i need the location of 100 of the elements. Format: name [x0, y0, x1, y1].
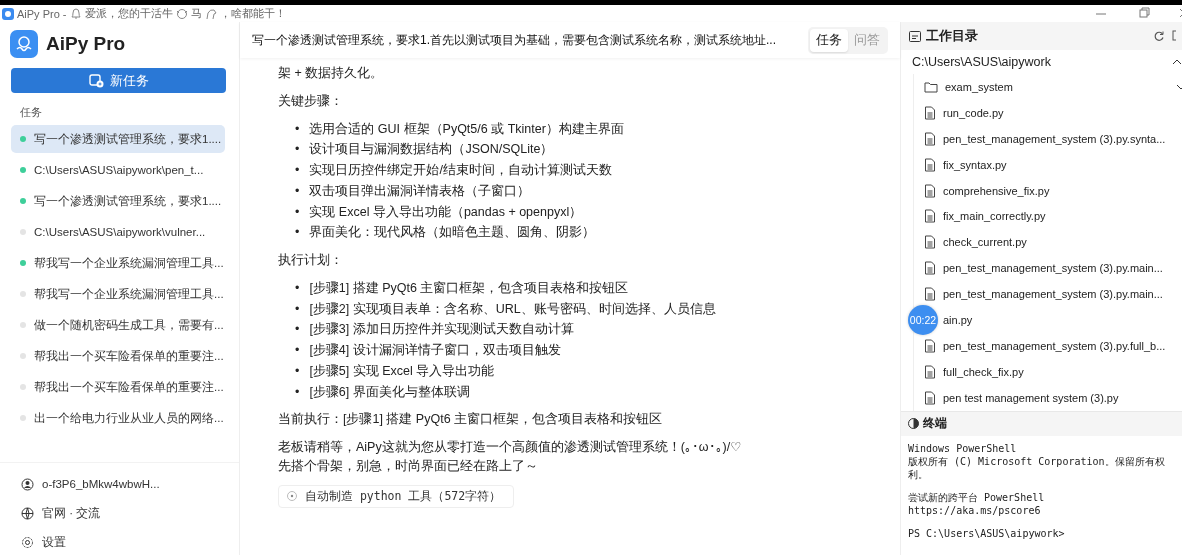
file-icon: [924, 261, 936, 276]
file-icon: [924, 157, 936, 172]
list-item: 实现日历控件绑定开始/结束时间，自动计算测试天数: [309, 162, 612, 179]
bullet: •: [295, 162, 300, 179]
folder-icon: [924, 79, 938, 94]
list-item: [步骤6] 界面美化与整体联调: [309, 383, 470, 401]
list-item: 界面美化：现代风格（如暗色主题、圆角、阴影）: [309, 224, 596, 242]
task-item[interactable]: C:\Users\ASUS\aipywork\pen_t...: [11, 156, 225, 184]
file-name[interactable]: pen_test_management_system (3).py.main...: [943, 262, 1163, 275]
task-title: C:\Users\ASUS\aipywork\vulner...: [34, 226, 206, 238]
circle-icon: [287, 491, 297, 501]
task-item[interactable]: 帮我写一个企业系统漏洞管理工具...: [11, 249, 225, 277]
tool-call-chip[interactable]: 自动制造 python 工具（572字符）: [278, 484, 515, 508]
tab[interactable]: 任务: [810, 28, 848, 52]
file-name[interactable]: comprehensive_fix.py: [943, 184, 1050, 197]
bullet: •: [295, 321, 300, 339]
task-item[interactable]: 出一个给电力行业从业人员的网络...: [11, 404, 225, 432]
task-item[interactable]: C:\Users\ASUS\aipywork\vulner...: [11, 218, 225, 246]
window-title: AiPy Pro -: [17, 7, 67, 20]
refresh-icon[interactable]: [1153, 30, 1165, 42]
list-item: 选用合适的 GUI 框架（PyQt5/6 或 Tkinter）构建主界面: [309, 120, 624, 138]
terminal-line: Windows PowerShell: [908, 441, 1018, 455]
file-name[interactable]: full_check_fix.py: [943, 365, 1024, 378]
task-item[interactable]: 写一个渗透测试管理系统，要求1....: [11, 125, 225, 153]
file-icon: [924, 390, 936, 405]
task-item[interactable]: 帮我出一个买车险看保单的重要注...: [11, 342, 225, 370]
paragraph: 执行计划：: [278, 252, 344, 269]
user-icon: [21, 477, 34, 491]
section-label: 任务: [19, 105, 43, 120]
list-item: 实现 Excel 导入导出功能（pandas + openpyxl）: [309, 203, 583, 221]
file-icon: [924, 183, 936, 198]
file-icon: [924, 105, 936, 120]
bullet: •: [295, 300, 300, 318]
bullet: •: [295, 362, 300, 380]
message-line: 先搭个骨架，别急，时尚界面已经在路上了～: [278, 457, 539, 475]
terminal-line: 尝试新的跨平台 PowerShell https://aka.ms/pscore6: [908, 490, 1046, 517]
task-title: 帮我出一个买车险看保单的重要注...: [34, 379, 224, 395]
chevron-down-icon[interactable]: [1176, 83, 1182, 90]
window-title: 马: [190, 6, 202, 21]
new-task-icon: [88, 73, 104, 88]
file-name[interactable]: pen_test_management_system (3).py.full_b...: [943, 339, 1166, 352]
list-item: 设计项目与漏洞数据结构（JSON/SQLite）: [309, 141, 554, 159]
terminal-icon: [908, 418, 919, 430]
file-icon: [924, 338, 936, 353]
file-name[interactable]: check_current.py: [943, 236, 1027, 249]
task-title: 帮我写一个企业系统漏洞管理工具...: [34, 255, 224, 271]
chevron-up-icon[interactable]: [1172, 59, 1182, 65]
file-name[interactable]: fix_main_correctly.py: [943, 210, 1046, 223]
folder-name[interactable]: exam_system: [945, 80, 1013, 93]
app-logo-icon: [2, 7, 14, 20]
bullet: •: [295, 224, 300, 242]
task-item[interactable]: 做一个随机密码生成工具，需要有...: [11, 311, 225, 339]
file-name[interactable]: run_code.py: [943, 106, 1004, 119]
task-title: 做一个随机密码生成工具，需要有...: [34, 317, 224, 333]
window-title: 爱派，您的干活牛: [84, 6, 173, 21]
bullet: •: [295, 342, 300, 359]
file-icon: [924, 287, 936, 302]
app-name: AiPy Pro: [46, 33, 126, 55]
paragraph: 关键步骤：: [278, 92, 344, 110]
list-item: [步骤2] 实现项目表单：含名称、URL、账号密码、时间选择、人员信息: [309, 300, 716, 318]
footer-link[interactable]: o-f3P6_bMkw4wbwH...: [42, 478, 160, 490]
paragraph: 架 + 数据持久化。: [278, 65, 385, 82]
list-item: [步骤4] 设计漏洞详情子窗口，双击项目触发: [309, 342, 561, 359]
list-item: 双击项目弹出漏洞详情表格（子窗口）: [309, 182, 531, 200]
terminal-line: 版权所有 (C) Microsoft Corporation。保留所有权利。: [908, 454, 1166, 481]
folder-path[interactable]: C:\Users\ASUS\aipywork: [912, 55, 1051, 69]
file-icon: [924, 131, 936, 146]
task-title: 帮我出一个买车险看保单的重要注...: [34, 348, 224, 364]
panel-title: 工作目录: [926, 27, 978, 45]
bullet: •: [295, 279, 300, 297]
list-item: [步骤5] 实现 Excel 导入导出功能: [309, 362, 495, 380]
panel-title: 终端: [923, 415, 947, 433]
bullet: •: [295, 182, 300, 200]
bullet: •: [295, 203, 300, 221]
footer-link[interactable]: 设置: [42, 534, 66, 550]
file-name[interactable]: fix_syntax.py: [943, 158, 1007, 171]
list-item: [步骤1] 搭建 PyQt6 主窗口框架，包含项目表格和按钮区: [309, 279, 629, 297]
paragraph: 当前执行：[步骤1] 搭建 PyQt6 主窗口框架，包含项目表格和按钮区: [278, 411, 664, 429]
task-item[interactable]: 帮我写一个企业系统漏洞管理工具...: [11, 280, 225, 308]
globe-icon: [21, 506, 34, 520]
task-item[interactable]: 写一个渗透测试管理系统，要求1....: [11, 187, 225, 215]
file-name[interactable]: pen test management system (3).py: [943, 391, 1119, 404]
file-icon: [924, 209, 936, 224]
task-item[interactable]: 帮我出一个买车险看保单的重要注...: [11, 373, 225, 401]
file-name[interactable]: ain.py: [943, 313, 973, 326]
footer-link[interactable]: 官网 · 交流: [42, 505, 101, 521]
task-title: 写一个渗透测试管理系统，要求1....: [34, 131, 222, 147]
bullet: •: [295, 383, 300, 401]
folder-icon: [909, 29, 921, 43]
file-icon: [924, 364, 936, 379]
bell-icon: [69, 7, 82, 20]
timer-badge: 00:22: [908, 305, 938, 335]
new-task-button[interactable]: 新任务: [11, 68, 226, 93]
file-name[interactable]: pen_test_management_system (3).py.synta...: [943, 132, 1166, 145]
file-name[interactable]: pen_test_management_system (3).py.main...: [943, 288, 1163, 301]
bullet: •: [295, 120, 300, 138]
task-title: 写一个渗透测试管理系统，要求1.首先以测试项目为基础，需要包含测试系统名称，测试系统地址...: [252, 31, 777, 49]
bullet: •: [295, 141, 300, 159]
task-title: 出一个给电力行业从业人员的网络...: [34, 410, 224, 426]
list-item: [步骤3] 添加日历控件并实现测试天数自动计算: [309, 321, 574, 339]
